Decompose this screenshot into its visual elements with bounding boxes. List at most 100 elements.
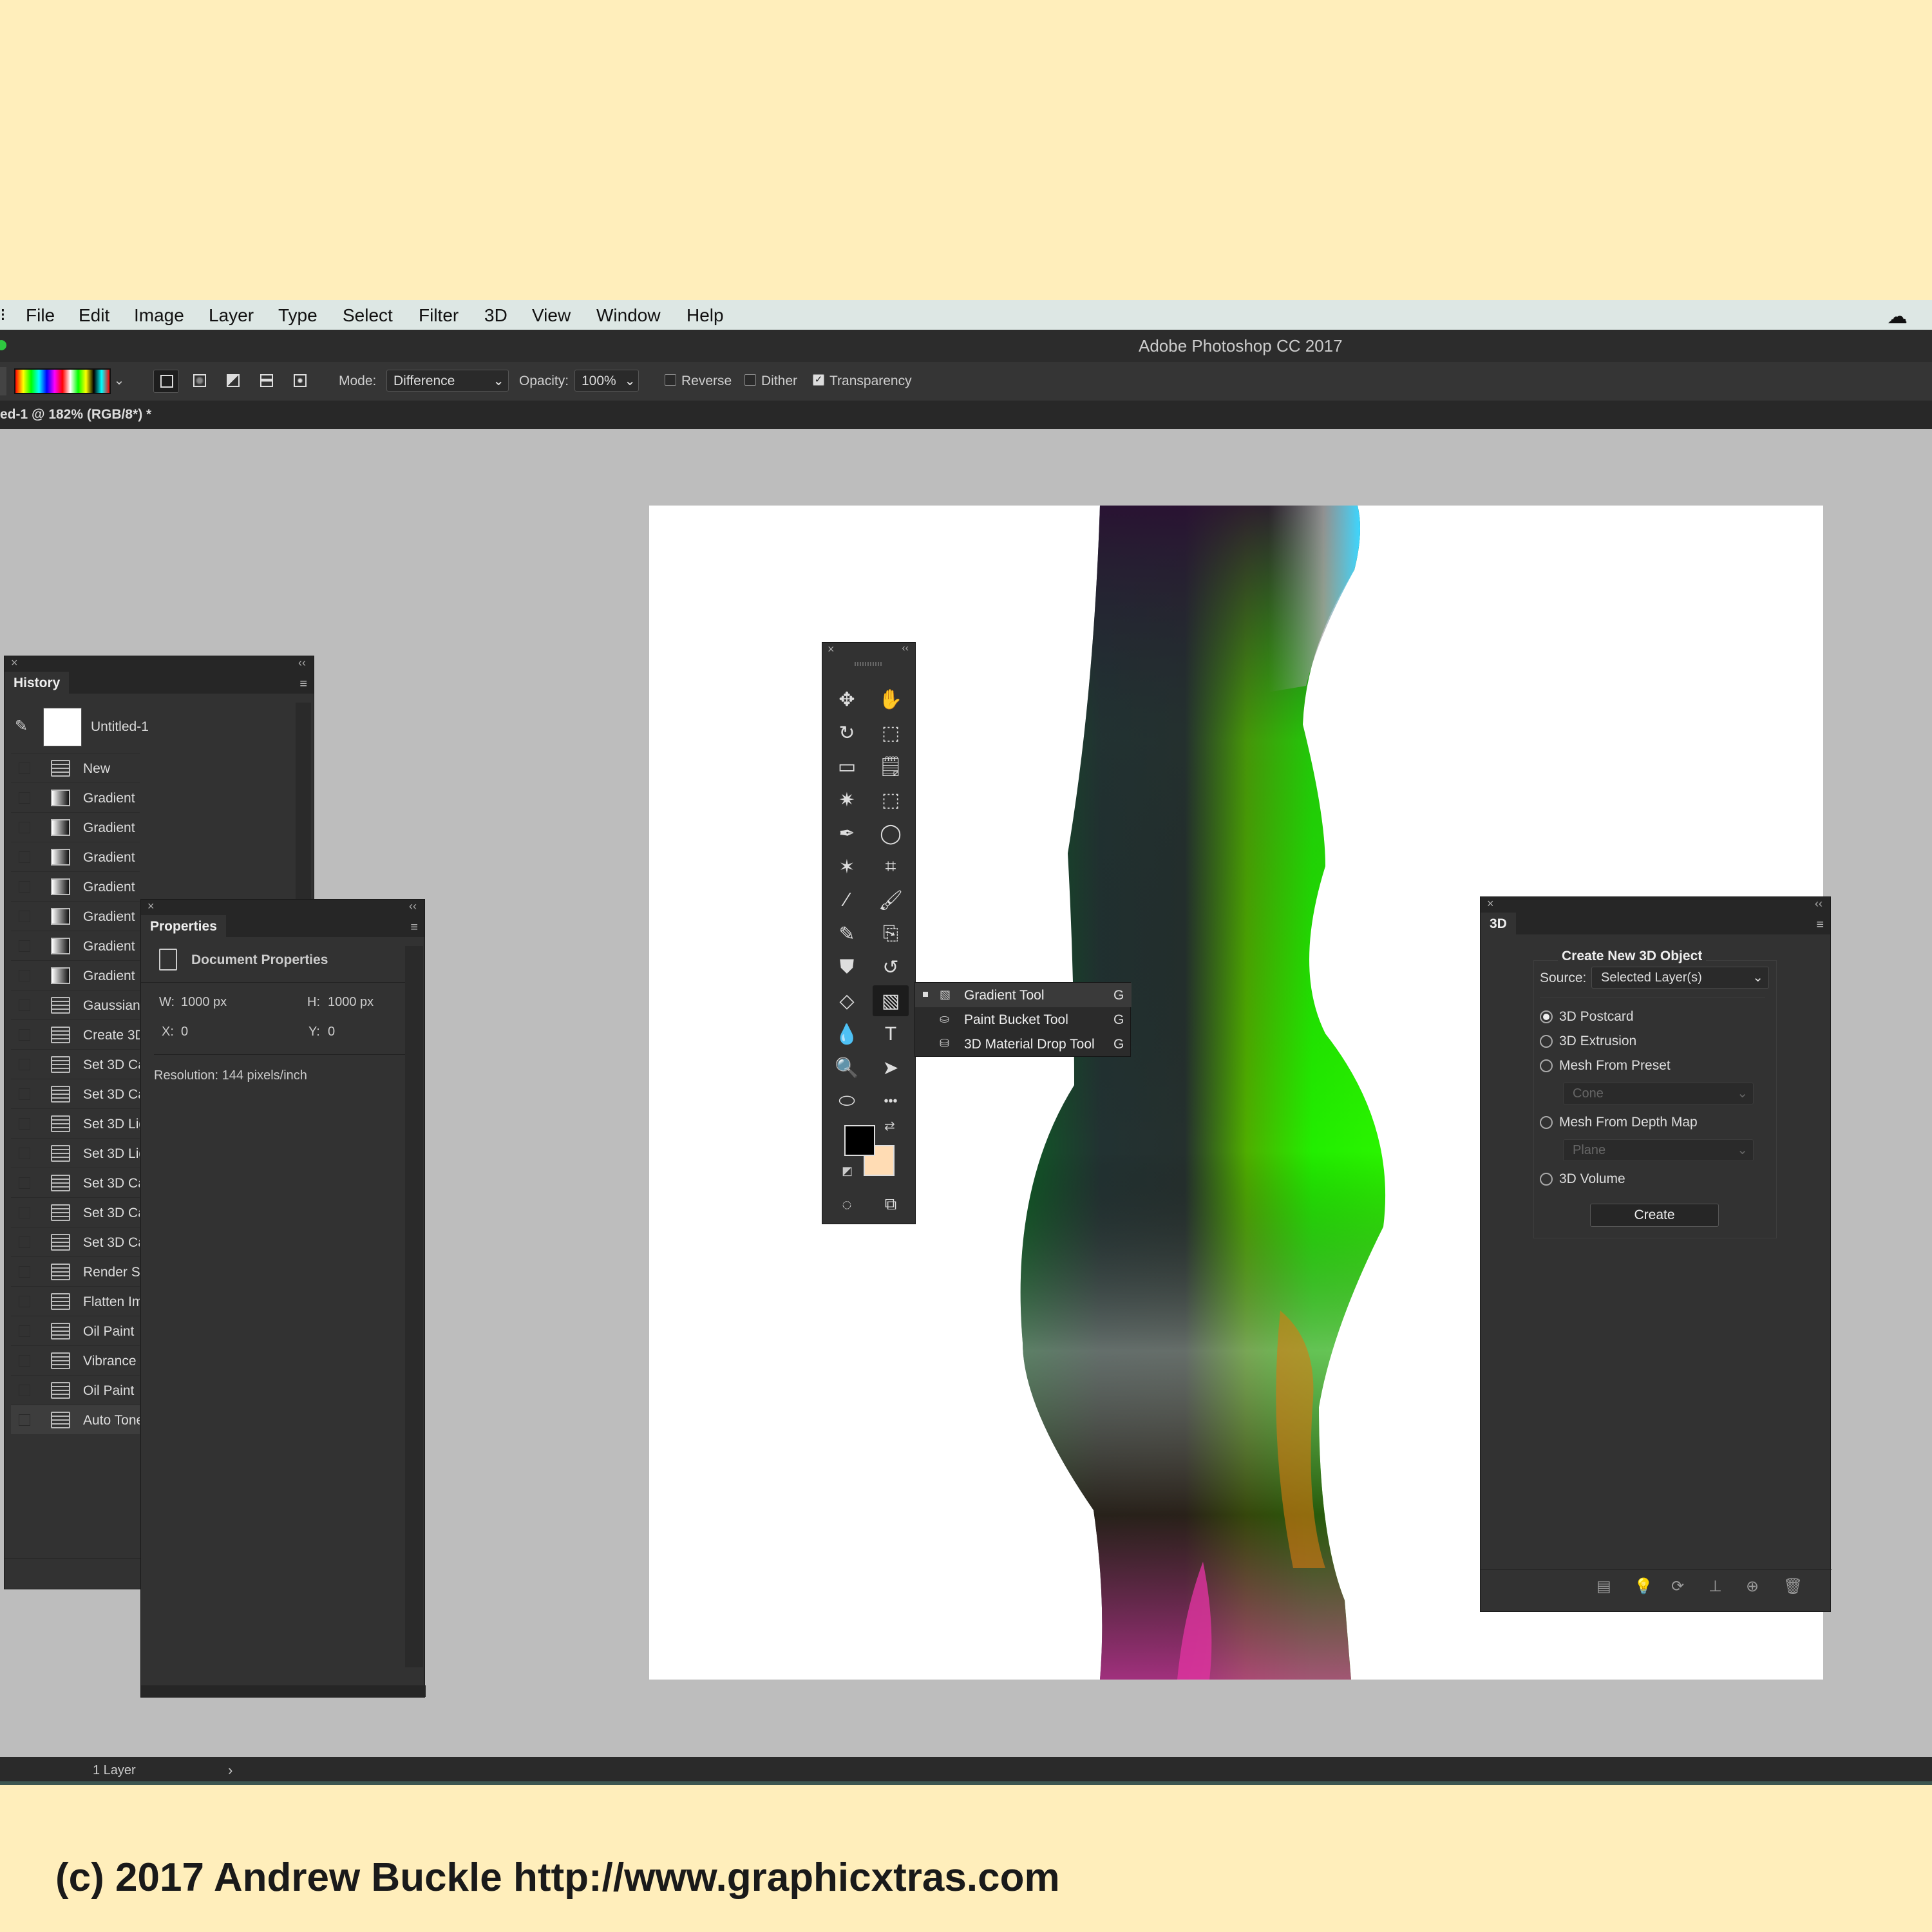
- opacity-input[interactable]: 100% ⌄: [574, 370, 639, 392]
- stamp-icon[interactable]: ⛊: [829, 952, 865, 983]
- close-icon[interactable]: ×: [11, 656, 18, 670]
- history-item[interactable]: Gradient: [11, 871, 140, 901]
- history-source-box[interactable]: [19, 1059, 30, 1070]
- linear-gradient-button[interactable]: [153, 370, 179, 393]
- radial-gradient-button[interactable]: [187, 370, 213, 393]
- history-source-box[interactable]: [19, 1414, 30, 1426]
- default-colors-icon[interactable]: ◩: [842, 1164, 853, 1178]
- history-source-box[interactable]: [19, 940, 30, 952]
- history-item[interactable]: Gaussian B: [11, 990, 140, 1019]
- flyout-item[interactable]: ▧ Gradient Tool G: [915, 983, 1132, 1007]
- add-light-icon[interactable]: 💡: [1634, 1577, 1653, 1596]
- reflected-gradient-button[interactable]: [254, 370, 279, 393]
- history-source-box[interactable]: [19, 792, 30, 804]
- magic-wand-icon[interactable]: ✶: [829, 851, 865, 882]
- eyedropper-icon[interactable]: ⁄: [829, 885, 865, 916]
- history-item[interactable]: Gradient: [11, 931, 140, 960]
- history-source-box[interactable]: [19, 911, 30, 922]
- marquee-icon[interactable]: ⬚: [873, 784, 909, 815]
- flyout-item[interactable]: ⛁ 3D Material Drop Tool G: [915, 1032, 1132, 1056]
- history-source-box[interactable]: [19, 1355, 30, 1367]
- quick-mask-icon[interactable]: ◌: [829, 1189, 865, 1220]
- collapse-icon[interactable]: ‹‹: [902, 643, 909, 654]
- depth-select[interactable]: Plane ⌄: [1563, 1139, 1754, 1161]
- menu-3d[interactable]: 3D: [484, 305, 507, 326]
- history-source-box[interactable]: [19, 1296, 30, 1307]
- lasso-icon[interactable]: ◯: [873, 818, 909, 849]
- history-item[interactable]: Auto Tone: [11, 1405, 140, 1434]
- history-item[interactable]: Set 3D Lig: [11, 1108, 140, 1138]
- history-source-box[interactable]: [19, 1385, 30, 1396]
- menu-type[interactable]: Type: [278, 305, 317, 326]
- history-item[interactable]: New: [11, 753, 140, 782]
- path-select-icon[interactable]: ➤: [873, 1052, 909, 1083]
- angle-gradient-button[interactable]: [220, 370, 246, 393]
- add-object-icon[interactable]: ⊕: [1746, 1577, 1759, 1596]
- 3d-panel-titlebar[interactable]: × ‹‹: [1481, 897, 1830, 913]
- history-item[interactable]: Gradient: [11, 782, 140, 812]
- history-item[interactable]: Render Se: [11, 1256, 140, 1286]
- history-item[interactable]: Set 3D Ca: [11, 1049, 140, 1079]
- menu-window[interactable]: Window: [596, 305, 661, 326]
- panel-menu-icon[interactable]: ≡: [1816, 918, 1824, 933]
- properties-panel-titlebar[interactable]: × ‹‹: [141, 900, 424, 915]
- history-snapshot-row[interactable]: ✎ Untitled-1: [11, 703, 294, 753]
- move-icon[interactable]: ✥: [829, 684, 865, 715]
- history-tab[interactable]: History: [5, 672, 70, 694]
- document-tab[interactable]: ed-1 @ 182% (RGB/8*) *: [0, 407, 151, 422]
- reverse-checkbox[interactable]: [665, 374, 676, 386]
- 3d-tab[interactable]: 3D: [1481, 913, 1516, 934]
- artboard-icon[interactable]: ⬚: [873, 717, 909, 748]
- menu-layer[interactable]: Layer: [209, 305, 254, 326]
- transparency-checkbox[interactable]: ✓: [813, 374, 824, 386]
- close-icon[interactable]: ×: [828, 643, 835, 656]
- diamond-gradient-button[interactable]: [287, 370, 313, 393]
- volume-radio[interactable]: [1540, 1173, 1553, 1186]
- creative-cloud-icon[interactable]: ☁: [1887, 304, 1908, 328]
- history-item[interactable]: Gradient: [11, 901, 140, 931]
- extrusion-radio[interactable]: [1540, 1035, 1553, 1048]
- hand-icon[interactable]: ✋: [873, 684, 909, 715]
- blur-drop-icon[interactable]: 💧: [829, 1019, 865, 1050]
- history-item[interactable]: Oil Paint: [11, 1375, 140, 1405]
- history-item[interactable]: Set 3D Ca: [11, 1227, 140, 1256]
- history-item[interactable]: Vibrance: [11, 1345, 140, 1375]
- source-select[interactable]: Selected Layer(s) ⌄: [1591, 967, 1769, 989]
- history-item[interactable]: Set 3D Ca: [11, 1079, 140, 1108]
- width-value[interactable]: 1000 px: [181, 995, 227, 1010]
- history-item[interactable]: Gradient: [11, 842, 140, 871]
- dither-checkbox[interactable]: [744, 374, 756, 386]
- more-icon[interactable]: •••: [873, 1086, 909, 1117]
- brush-icon[interactable]: 🖌: [873, 885, 909, 916]
- create-button[interactable]: Create: [1590, 1204, 1719, 1227]
- render-icon[interactable]: ⟳: [1671, 1577, 1684, 1596]
- close-icon[interactable]: ×: [147, 900, 155, 913]
- trash-icon[interactable]: 🗑: [1783, 1577, 1803, 1596]
- crop-icon[interactable]: ⌗: [873, 851, 909, 882]
- collapse-icon[interactable]: ‹‹: [298, 656, 306, 670]
- menu-image[interactable]: Image: [134, 305, 184, 326]
- filter-scene-icon[interactable]: ▤: [1596, 1577, 1611, 1596]
- puppet-warp-icon[interactable]: ✷: [829, 784, 865, 815]
- history-source-box[interactable]: [19, 851, 30, 863]
- menu-help[interactable]: Help: [687, 305, 724, 326]
- screen-mode-icon[interactable]: ⧉: [873, 1189, 909, 1220]
- history-source-box[interactable]: [19, 1207, 30, 1218]
- window-zoom-icon[interactable]: [0, 340, 6, 350]
- history-item[interactable]: Set 3D Ca: [11, 1168, 140, 1197]
- clone-icon[interactable]: ⎘: [873, 918, 909, 949]
- history-source-box[interactable]: [19, 1118, 30, 1130]
- flyout-item[interactable]: ⛀ Paint Bucket Tool G: [915, 1007, 1132, 1032]
- mode-select[interactable]: Difference ⌄: [386, 370, 509, 392]
- swap-colors-icon[interactable]: ⇄: [884, 1118, 895, 1134]
- rectangle-icon[interactable]: ▭: [829, 751, 865, 782]
- collapse-icon[interactable]: ‹‹: [1815, 897, 1823, 911]
- history-source-box[interactable]: [19, 1177, 30, 1189]
- history-source-box[interactable]: [19, 970, 30, 981]
- chevron-right-icon[interactable]: ›: [228, 1762, 232, 1779]
- ground-plane-icon[interactable]: ⊥: [1709, 1577, 1722, 1596]
- history-source-box[interactable]: [19, 1148, 30, 1159]
- y-value[interactable]: 0: [328, 1025, 335, 1039]
- preset-select[interactable]: Cone ⌄: [1563, 1083, 1754, 1104]
- eraser-icon[interactable]: ◇: [829, 985, 865, 1016]
